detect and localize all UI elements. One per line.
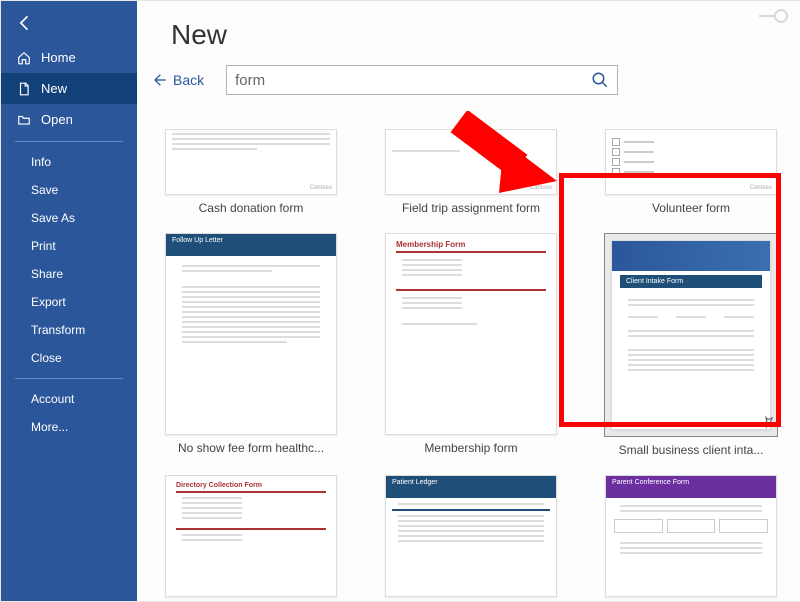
- template-tile[interactable]: Follow Up Letter No show fee form health…: [151, 233, 351, 457]
- page-title: New: [137, 1, 800, 65]
- pin-icon[interactable]: [761, 415, 775, 434]
- search-icon: [591, 71, 609, 89]
- templates-grid: Contoso Cash donation form Contoso Field…: [151, 129, 791, 597]
- template-tile[interactable]: Directory Collection Form: [151, 475, 351, 597]
- template-thumbnail: Membership Form: [385, 233, 557, 435]
- template-tile[interactable]: Contoso Field trip assignment form: [371, 129, 571, 215]
- sidebar-sub-share[interactable]: Share: [1, 260, 137, 288]
- backstage-sidebar: Home New Open Info Save Save As Print Sh…: [1, 1, 137, 601]
- sidebar-divider: [15, 378, 123, 379]
- template-thumbnail: Parent Conference Form: [605, 475, 777, 597]
- ribbon-options-icon[interactable]: [759, 7, 791, 30]
- template-thumbnail: Contoso: [385, 129, 557, 195]
- template-thumbnail: Contoso: [165, 129, 337, 195]
- sidebar-sub-export[interactable]: Export: [1, 288, 137, 316]
- template-label: Small business client inta...: [619, 443, 764, 457]
- sidebar-sub-print[interactable]: Print: [1, 232, 137, 260]
- app-window: Home New Open Info Save Save As Print Sh…: [0, 0, 800, 602]
- sidebar-item-new[interactable]: New: [1, 73, 137, 104]
- template-tile-selected[interactable]: Client Intake Form: [591, 233, 791, 457]
- sidebar-sub-info[interactable]: Info: [1, 148, 137, 176]
- back-button[interactable]: Back: [151, 72, 204, 88]
- template-label: Membership form: [424, 441, 517, 455]
- template-label: No show fee form healthc...: [178, 441, 324, 455]
- thumb-header-text: Follow Up Letter: [166, 234, 336, 247]
- search-row: Back: [137, 65, 800, 109]
- template-label: Field trip assignment form: [402, 201, 540, 215]
- sidebar-sub-close[interactable]: Close: [1, 344, 137, 372]
- template-thumbnail: Contoso: [605, 129, 777, 195]
- thumb-header-text: Directory Collection Form: [176, 482, 326, 489]
- sidebar-item-label: Open: [41, 112, 73, 127]
- thumb-header-text: Client Intake Form: [620, 275, 762, 288]
- template-tile[interactable]: Contoso Volunteer form: [591, 129, 791, 215]
- search-button[interactable]: [583, 66, 617, 94]
- main-panel: New Back Contoso: [137, 1, 800, 601]
- back-arrow-icon: [15, 13, 35, 33]
- sidebar-sub-transform[interactable]: Transform: [1, 316, 137, 344]
- thumb-header-text: Patient Ledger: [386, 476, 556, 489]
- sidebar-sub-save[interactable]: Save: [1, 176, 137, 204]
- back-label: Back: [173, 72, 204, 88]
- template-thumbnail: Directory Collection Form: [165, 475, 337, 597]
- contoso-badge: Contoso: [530, 185, 552, 191]
- contoso-badge: Contoso: [750, 185, 772, 191]
- open-folder-icon: [15, 113, 33, 127]
- thumb-header-text: Parent Conference Form: [606, 476, 776, 489]
- template-selection-frame: Client Intake Form: [604, 233, 778, 437]
- template-thumbnail: Client Intake Form: [611, 240, 771, 430]
- sidebar-item-label: Home: [41, 50, 76, 65]
- sidebar-sub-account[interactable]: Account: [1, 385, 137, 413]
- thumb-header-text: Membership Form: [396, 240, 546, 249]
- search-input[interactable]: [227, 72, 583, 89]
- sidebar-sub-more[interactable]: More...: [1, 413, 137, 441]
- template-tile[interactable]: Patient Ledger: [371, 475, 571, 597]
- template-search-box: [226, 65, 618, 95]
- template-tile[interactable]: Contoso Cash donation form: [151, 129, 351, 215]
- sidebar-item-open[interactable]: Open: [1, 104, 137, 135]
- templates-area: Contoso Cash donation form Contoso Field…: [151, 129, 791, 601]
- new-doc-icon: [15, 82, 33, 96]
- sidebar-item-label: New: [41, 81, 67, 96]
- contoso-badge: Contoso: [310, 185, 332, 191]
- sidebar-divider: [15, 141, 123, 142]
- template-tile[interactable]: Parent Conference Form: [591, 475, 791, 597]
- sidebar-sub-saveas[interactable]: Save As: [1, 204, 137, 232]
- template-tile[interactable]: Membership Form Membership form: [371, 233, 571, 457]
- template-label: Volunteer form: [652, 201, 730, 215]
- back-arrow-button[interactable]: [1, 1, 137, 42]
- template-label: Cash donation form: [199, 201, 304, 215]
- home-icon: [15, 51, 33, 65]
- back-arrow-icon: [151, 72, 167, 88]
- sidebar-item-home[interactable]: Home: [1, 42, 137, 73]
- template-thumbnail: Patient Ledger: [385, 475, 557, 597]
- template-thumbnail: Follow Up Letter: [165, 233, 337, 435]
